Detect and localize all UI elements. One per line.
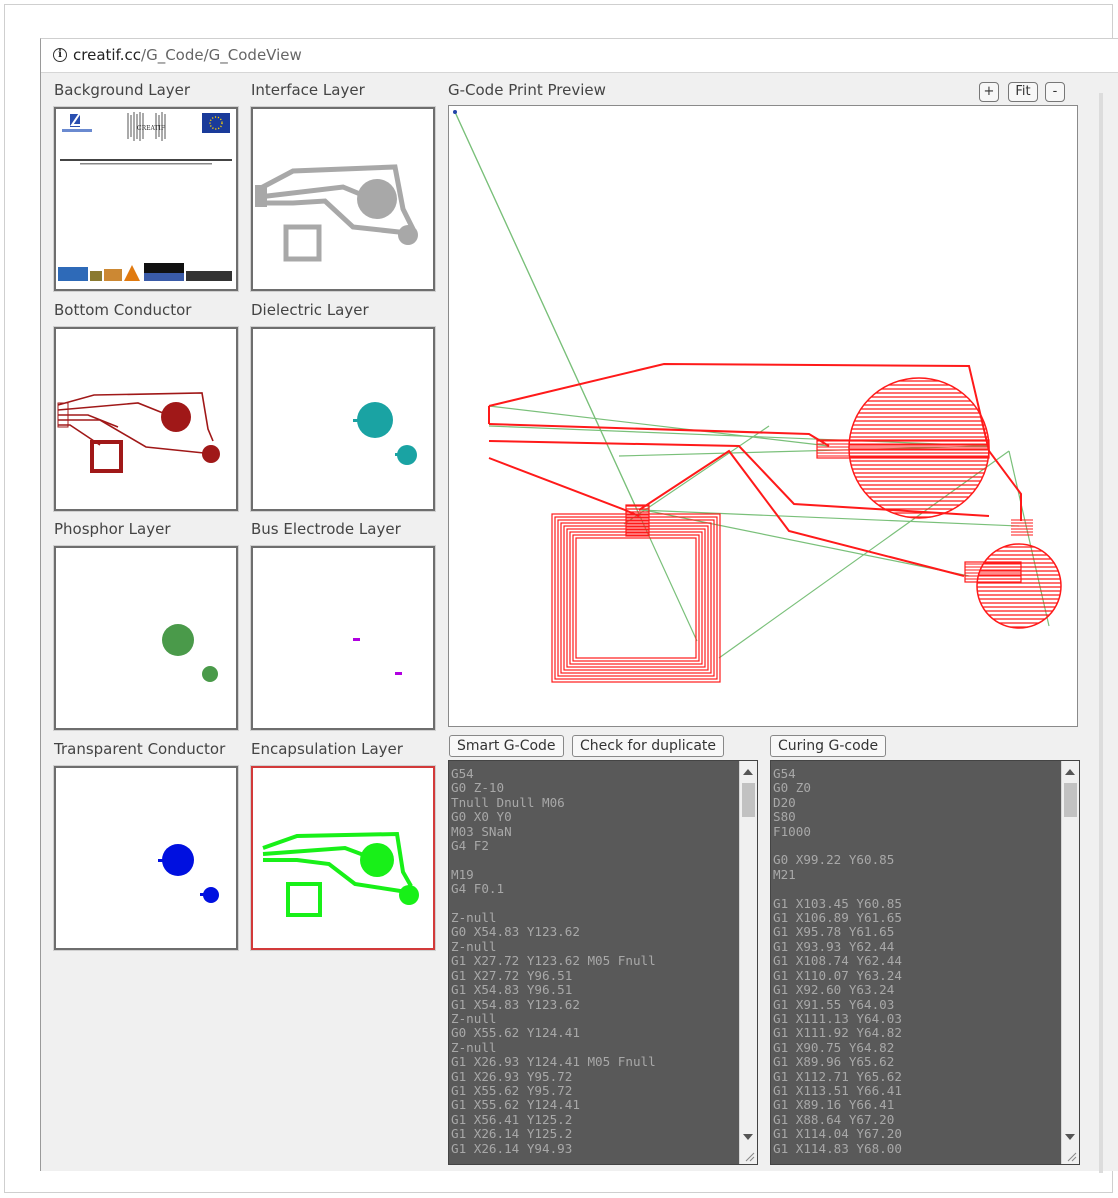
preview-title: G-Code Print Preview <box>448 81 606 99</box>
gcode-preview-canvas[interactable] <box>448 105 1078 727</box>
zoom-in-button[interactable]: + <box>979 82 999 102</box>
bottom-conductor-image <box>57 392 220 473</box>
url-path: /G_Code/G_CodeView <box>141 46 302 64</box>
thumb-dielectric-layer[interactable] <box>251 327 435 511</box>
scroll-up-icon[interactable] <box>1065 769 1075 775</box>
square-toolpath <box>557 519 715 677</box>
page-scrollbar[interactable] <box>1099 93 1103 1173</box>
smart-gcode-button[interactable]: Smart G-Code <box>449 735 564 757</box>
curing-gcode-text: G54 G0 Z0 D20 S80 F1000 G0 X99.22 Y60.85… <box>773 766 902 1156</box>
thumb-encapsulation-layer[interactable] <box>251 766 435 950</box>
resize-grip-icon[interactable] <box>743 1150 755 1162</box>
layer-label-interface: Interface Layer <box>251 81 365 99</box>
layer-label-phosphor: Phosphor Layer <box>54 520 171 538</box>
layer-label-bus-electrode: Bus Electrode Layer <box>251 520 401 538</box>
curing-gcode-button[interactable]: Curing G-code <box>770 735 887 757</box>
square-toolpath <box>572 534 700 662</box>
square-toolpath <box>569 531 703 665</box>
layer-label-background: Background Layer <box>54 81 191 99</box>
square-toolpath <box>575 537 697 659</box>
background-layer-image: CREATIF <box>58 112 232 281</box>
thumb-bottom-conductor[interactable] <box>54 327 238 511</box>
url-host: creatif.cc <box>73 46 142 64</box>
curing-gcode-textarea[interactable]: G54 G0 Z0 D20 S80 F1000 G0 X99.22 Y60.85… <box>770 760 1080 1165</box>
smart-gcode-text: G54 G0 Z-10 Tnull Dnull M06 G0 X0 Y0 M03… <box>451 766 656 1156</box>
layer-label-bottom-conductor: Bottom Conductor <box>54 301 192 319</box>
scroll-up-icon[interactable] <box>743 769 753 775</box>
scroll-down-icon[interactable] <box>743 1134 753 1140</box>
layer-label-transparent-conductor: Transparent Conductor <box>54 740 226 758</box>
interface-layer-image <box>255 164 418 262</box>
info-icon[interactable]: i <box>53 48 67 62</box>
thumb-phosphor-layer[interactable] <box>54 546 238 730</box>
gcode-toolpath <box>453 110 1062 683</box>
smart-gcode-scrollbar[interactable] <box>739 761 757 1164</box>
address-bar[interactable]: i creatif.cc/G_Code/G_CodeView <box>41 39 1118 73</box>
curing-gcode-scrollbar[interactable] <box>1061 761 1079 1164</box>
phosphor-layer-image <box>162 624 218 682</box>
smart-gcode-textarea[interactable]: G54 G0 Z-10 Tnull Dnull M06 G0 X0 Y0 M03… <box>448 760 758 1165</box>
scroll-down-icon[interactable] <box>1065 1134 1075 1140</box>
url-text[interactable]: creatif.cc/G_Code/G_CodeView <box>73 39 302 72</box>
travel-move <box>638 425 770 515</box>
browser-window: i creatif.cc/G_Code/G_CodeView Backgroun… <box>40 38 1118 1173</box>
svg-text:CREATIF: CREATIF <box>137 125 165 132</box>
thumb-background-layer[interactable]: CREATIF <box>54 107 238 291</box>
thumb-bus-electrode-layer[interactable] <box>251 546 435 730</box>
square-toolpath <box>563 525 709 671</box>
bus-electrode-layer-image <box>353 638 402 675</box>
layer-label-encapsulation: Encapsulation Layer <box>251 740 403 758</box>
encapsulation-layer-image <box>262 831 419 917</box>
layer-label-dielectric: Dielectric Layer <box>251 301 369 319</box>
trace-toolpath <box>488 457 640 517</box>
zoom-out-button[interactable]: - <box>1045 82 1065 102</box>
dielectric-layer-image <box>353 402 417 465</box>
scroll-thumb[interactable] <box>742 783 755 817</box>
scroll-thumb[interactable] <box>1064 783 1077 817</box>
transparent-conductor-image <box>158 844 219 903</box>
square-toolpath <box>566 528 706 668</box>
travel-move <box>454 111 640 515</box>
thumb-transparent-conductor[interactable] <box>54 766 238 950</box>
square-toolpath <box>554 516 718 680</box>
resize-grip-icon[interactable] <box>1065 1150 1077 1162</box>
check-duplicate-button[interactable]: Check for duplicate <box>572 735 725 757</box>
square-toolpath <box>551 513 721 683</box>
zoom-fit-button[interactable]: Fit <box>1008 82 1038 102</box>
origin-marker <box>453 110 457 114</box>
travel-move <box>1008 450 1050 627</box>
thumb-interface-layer[interactable] <box>251 107 435 291</box>
square-toolpath <box>560 522 712 674</box>
